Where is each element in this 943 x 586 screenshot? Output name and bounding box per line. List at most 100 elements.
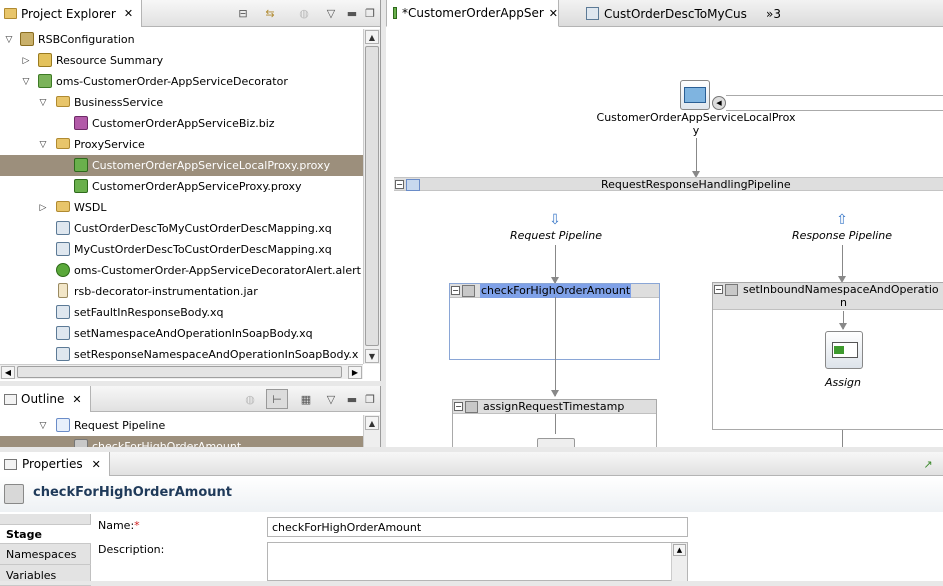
scroll-right-icon[interactable]: ▶	[348, 366, 362, 379]
outline-tab[interactable]: Outline ✕	[0, 386, 91, 412]
assign-action-node[interactable]	[825, 331, 863, 369]
tree-item-jar[interactable]: rsb-decorator-instrumentation.jar	[0, 281, 363, 302]
collapse-all-icon[interactable]: ⊟	[235, 5, 251, 21]
tree-item-xq[interactable]: setNamespaceAndOperationInSoapBody.xq	[0, 323, 363, 344]
tree-item-project[interactable]: ▽ oms-CustomerOrder-AppServiceDecorator	[0, 71, 363, 92]
vertical-scrollbar[interactable]: ▲ ▼	[363, 29, 380, 364]
stage-set-inbound-namespace[interactable]: − setInboundNamespaceAndOperatio n Assig…	[712, 282, 943, 430]
outline-title: Outline	[21, 392, 65, 406]
collapsed-icon[interactable]: ▷	[20, 55, 32, 67]
tree-item-local-proxy[interactable]: CustomerOrderAppServiceLocalProxy.proxy	[0, 155, 363, 176]
tree-item-proxy[interactable]: CustomerOrderAppServiceProxy.proxy	[0, 176, 363, 197]
vertical-scrollbar[interactable]: ▲	[363, 415, 380, 447]
collapse-icon[interactable]: −	[451, 286, 460, 295]
scroll-thumb[interactable]	[365, 46, 379, 346]
response-pipeline-icon[interactable]: ⇧	[834, 212, 850, 228]
editor-tab[interactable]: CustOrderDescToMyCus	[580, 0, 750, 27]
tree-item-xq[interactable]: CustOrderDescToMyCustOrderDescMapping.xq	[0, 218, 363, 239]
side-tab-stage[interactable]: Stage	[0, 524, 91, 544]
xquery-icon	[586, 7, 599, 20]
stage-header: − setInboundNamespaceAndOperatio n	[713, 283, 943, 310]
close-icon[interactable]: ✕	[92, 458, 101, 471]
project-icon	[20, 32, 34, 46]
side-tab-variables[interactable]: Variables	[0, 566, 91, 586]
description-input[interactable]	[267, 542, 688, 581]
editor-tab-active[interactable]: *CustomerOrderAppSer ✕	[386, 0, 559, 27]
minimize-icon[interactable]: ▬	[344, 5, 360, 21]
jar-icon	[58, 283, 68, 298]
collapsed-icon[interactable]: ▷	[37, 202, 49, 214]
scroll-left-icon[interactable]: ◀	[1, 366, 15, 379]
close-icon[interactable]: ✕	[124, 7, 133, 20]
tree-item-wsdl[interactable]: ▷ WSDL	[0, 197, 363, 218]
tree-item-resource-summary[interactable]: ▷ Resource Summary	[0, 50, 363, 71]
collapse-icon[interactable]: −	[454, 402, 463, 411]
tree-item-alert[interactable]: oms-CustomerOrder-AppServiceDecoratorAle…	[0, 260, 363, 281]
expanded-icon[interactable]: ▽	[37, 420, 49, 432]
tree-item-proxyservice[interactable]: ▽ ProxyService	[0, 134, 363, 155]
tree-item-biz[interactable]: CustomerOrderAppServiceBiz.biz	[0, 113, 363, 134]
tree-item-xq[interactable]: setFaultInResponseBody.xq	[0, 302, 363, 323]
stage-icon	[465, 401, 478, 413]
collapse-icon[interactable]: −	[395, 180, 404, 189]
stage-title[interactable]: checkForHighOrderAmount	[480, 284, 632, 298]
arrow-head	[839, 323, 847, 330]
view-menu-icon[interactable]: ▽	[323, 5, 339, 21]
request-pipeline-label[interactable]: Request Pipeline	[496, 229, 616, 242]
expanded-icon[interactable]: ▽	[3, 34, 15, 46]
tree-item-businessservice[interactable]: ▽ BusinessService	[0, 92, 363, 113]
proxy-service-icon	[393, 7, 397, 19]
required-mark: *	[134, 519, 140, 532]
action-node[interactable]	[537, 438, 575, 447]
tree-item-label: CustomerOrderAppServiceBiz.biz	[92, 117, 275, 130]
pipeline-icon	[56, 418, 70, 432]
scroll-thumb[interactable]	[17, 366, 342, 378]
maximize-icon[interactable]: ❐	[362, 391, 378, 407]
stage-title[interactable]: assignRequestTimestamp	[483, 400, 624, 414]
project-explorer-tab[interactable]: Project Explorer ✕	[0, 0, 143, 27]
pipeline-canvas: ◀ CustomerOrderAppServiceLocalProx y − R…	[386, 27, 943, 447]
tree-mode-icon[interactable]: ⊢	[266, 389, 288, 409]
stage-assign-request-timestamp[interactable]: − assignRequestTimestamp	[452, 399, 657, 447]
response-pipeline-label[interactable]: Response Pipeline	[782, 229, 902, 242]
scroll-up-icon[interactable]: ▲	[365, 416, 379, 430]
view-menu-icon[interactable]: ▽	[323, 391, 339, 407]
connector-icon[interactable]: ◀	[712, 96, 726, 110]
collapse-icon[interactable]: −	[714, 285, 723, 294]
expanded-icon[interactable]: ▽	[37, 139, 49, 151]
close-icon[interactable]: ✕	[549, 7, 558, 20]
tree-item-xq[interactable]: setResponseNamespaceAndOperationInSoapBo…	[0, 344, 363, 364]
horizontal-scrollbar[interactable]: ◀ ▶	[0, 364, 363, 379]
project-icon	[38, 74, 52, 88]
scroll-up-icon[interactable]: ▲	[365, 30, 379, 44]
pipeline-pair-header[interactable]: − RequestResponseHandlingPipeline	[394, 177, 943, 191]
scroll-down-icon[interactable]: ▼	[365, 349, 379, 363]
maximize-icon[interactable]: ❐	[362, 5, 378, 21]
request-pipeline-icon[interactable]: ⇩	[547, 212, 563, 228]
side-tab-namespaces[interactable]: Namespaces	[0, 545, 91, 565]
outline-tree: ▽ Request Pipeline checkForHighOrderAmou…	[0, 415, 363, 447]
more-tabs-button[interactable]: »3	[760, 0, 790, 27]
tree-item-label: oms-CustomerOrder-AppServiceDecorator	[56, 75, 288, 88]
scroll-up-icon[interactable]: ▲	[673, 544, 686, 556]
tree-item-label: setFaultInResponseBody.xq	[74, 306, 224, 319]
tree-item-rsbconfiguration[interactable]: ▽ RSBConfiguration	[0, 29, 363, 50]
proxy-label-line: y	[692, 124, 700, 137]
expanded-icon[interactable]: ▽	[37, 97, 49, 109]
pin-icon[interactable]: ↗	[920, 456, 936, 472]
expanded-icon[interactable]: ▽	[20, 76, 32, 88]
tree-item-xq[interactable]: MyCustOrderDescToCustOrderDescMapping.xq	[0, 239, 363, 260]
link-with-editor-icon[interactable]: ⇆	[262, 5, 278, 21]
close-icon[interactable]: ✕	[72, 393, 81, 406]
overview-icon[interactable]: ▦	[298, 391, 314, 407]
description-scrollbar[interactable]: ▲	[671, 543, 687, 581]
minimize-icon[interactable]: ▬	[344, 391, 360, 407]
outline-item-request-pipeline[interactable]: ▽ Request Pipeline	[0, 415, 363, 436]
name-input[interactable]: checkForHighOrderAmount	[267, 517, 688, 537]
stage-title[interactable]: setInboundNamespaceAndOperatio n	[743, 283, 939, 309]
proxy-node-icon[interactable]	[680, 80, 710, 110]
tree-item-label: BusinessService	[74, 96, 164, 109]
outline-tabbar: Outline ✕ ◍ ⊢ ▦ ▽ ▬ ❐	[0, 386, 380, 412]
outline-item-stage[interactable]: checkForHighOrderAmount	[0, 436, 363, 447]
properties-tab[interactable]: Properties ✕	[0, 452, 110, 476]
